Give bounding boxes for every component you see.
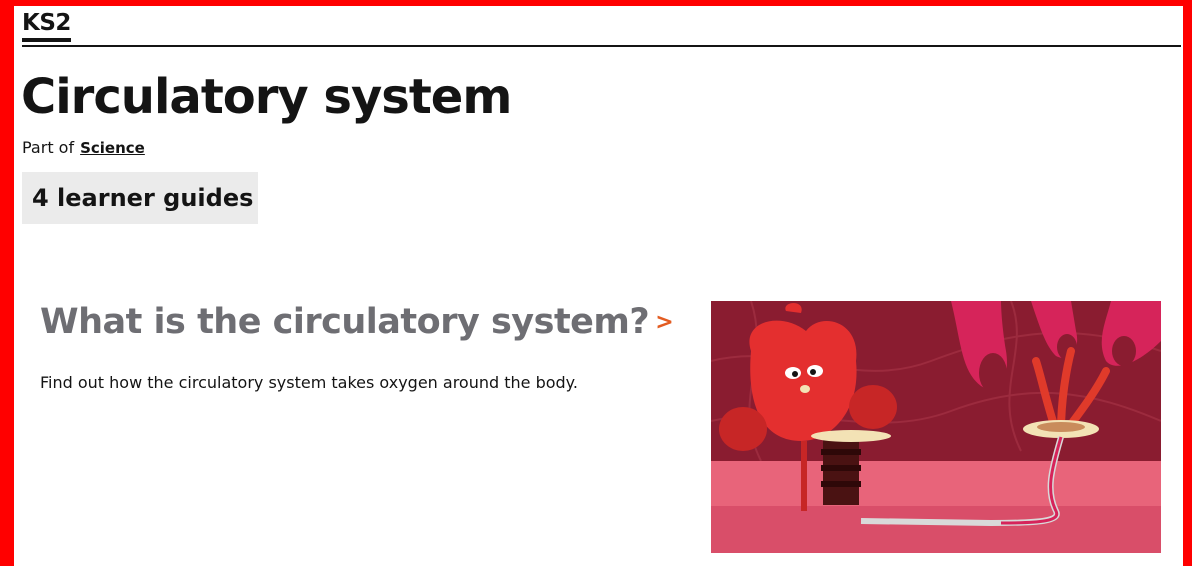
guide-title-link[interactable]: What is the circulatory system? > [40, 300, 674, 345]
heart-illustration[interactable] [711, 301, 1161, 553]
header-divider [22, 45, 1181, 47]
page-title: Circulatory system [21, 69, 512, 125]
subject-link[interactable]: Science [80, 139, 145, 157]
breadcrumb: Part of Science [22, 137, 145, 159]
guide-description: Find out how the circulatory system take… [40, 373, 578, 392]
part-of-label: Part of [22, 138, 75, 157]
guide-title: What is the circulatory system? [40, 302, 650, 342]
level-link[interactable]: KS2 [22, 8, 71, 42]
guide-count-badge: 4 learner guides [22, 172, 258, 224]
page-content: KS2 Circulatory system Part of Science 4 … [14, 6, 1183, 566]
chevron-right-icon: > [655, 310, 674, 335]
guide-count-label: 4 learner guides [32, 184, 254, 212]
